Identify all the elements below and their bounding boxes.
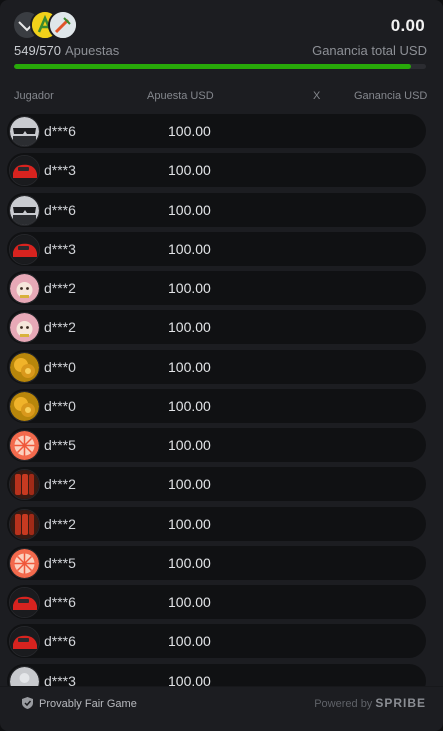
gold-coins-avatar (9, 390, 40, 422)
sunglasses-avatar (9, 194, 40, 226)
bet-amount: 100.00 (168, 672, 211, 687)
column-win: Ganancia USD (354, 90, 428, 102)
table-header: Jugador Apuesta USD X Ganancia USD (0, 88, 443, 108)
bets-count-label: Apuestas (65, 43, 120, 58)
bet-amount: 100.00 (168, 123, 211, 139)
bet-amount: 100.00 (168, 515, 211, 532)
player-name: d***6 (44, 123, 76, 139)
bets-list[interactable]: d***6 100.00 d***3 100.00 d***6 100.00 d***3 10… (0, 114, 443, 686)
firecracker-avatar (9, 508, 40, 540)
bet-row: d***5 100.00 (7, 428, 426, 462)
bet-row: d***6 100.00 (7, 624, 426, 659)
grey-avatar (9, 665, 40, 686)
provably-fair-label: Provably Fair Game (39, 698, 137, 710)
bet-row: d***5 100.00 (7, 545, 426, 580)
grapefruit-avatar (9, 547, 40, 579)
player-name: d***2 (44, 476, 76, 493)
player-name: d***5 (44, 437, 76, 453)
bet-row: d***3 100.00 (7, 153, 426, 188)
bet-row: d***6 100.00 (7, 192, 426, 227)
lucky-cat-avatar (9, 273, 40, 304)
bet-row: d***2 100.00 (7, 271, 426, 305)
bet-amount: 100.00 (168, 201, 211, 218)
lucky-cat-avatar (9, 312, 40, 344)
bet-amount: 100.00 (168, 437, 211, 453)
bet-amount: 100.00 (168, 240, 211, 257)
bet-row: d***6 100.00 (7, 114, 426, 148)
column-player: Jugador (14, 90, 54, 102)
column-bet: Apuesta USD (147, 90, 214, 102)
bet-row: d***6 100.00 (7, 585, 426, 619)
bet-row: d***2 100.00 (7, 310, 426, 345)
all-bets-panel: 0.00 549/570 Apuestas Ganancia total USD … (0, 0, 443, 731)
sunglasses-avatar (9, 116, 40, 147)
player-name: d***0 (44, 358, 76, 375)
bets-summary-header: 0.00 549/570 Apuestas Ganancia total USD (0, 0, 443, 80)
player-name: d***6 (44, 633, 76, 650)
player-name: d***2 (44, 319, 76, 336)
player-name: d***3 (44, 240, 76, 257)
player-name: d***6 (44, 201, 76, 218)
bets-progress-bar (14, 64, 426, 69)
total-win-label: Ganancia total USD (312, 43, 427, 58)
bet-amount: 100.00 (168, 280, 211, 296)
player-name: d***3 (44, 162, 76, 179)
red-car-avatar (9, 587, 40, 618)
bet-row: d***3 100.00 (7, 663, 426, 687)
player-name: d***3 (44, 672, 76, 687)
red-car-avatar (9, 626, 40, 658)
provably-fair-link[interactable]: Provably Fair Game (22, 697, 137, 710)
bet-amount: 100.00 (168, 358, 211, 375)
footer: Provably Fair Game Powered by SPRIBE (0, 686, 443, 721)
player-name: d***5 (44, 554, 76, 571)
red-car-avatar (9, 233, 40, 265)
bet-amount: 100.00 (168, 554, 211, 571)
bet-row: d***2 100.00 (7, 506, 426, 541)
powered-by-label: Powered by (314, 698, 373, 710)
bet-amount: 100.00 (168, 633, 211, 650)
bet-amount: 100.00 (168, 162, 211, 179)
winner-avatar-3 (48, 10, 78, 40)
spribe-logo: SPRIBE (375, 696, 426, 710)
bet-amount: 100.00 (168, 319, 211, 336)
red-car-avatar (9, 155, 40, 187)
bet-amount: 100.00 (168, 594, 211, 610)
bets-progress-fill (14, 64, 411, 69)
gold-coins-avatar (9, 351, 40, 383)
powered-by: Powered by SPRIBE (314, 696, 426, 710)
player-name: d***0 (44, 397, 76, 414)
total-win-value: 0.00 (390, 16, 425, 35)
bets-count: 549/570 Apuestas (14, 43, 119, 58)
bet-row: d***0 100.00 (7, 349, 426, 384)
shield-check-icon (22, 697, 33, 709)
player-name: d***2 (44, 280, 76, 296)
bet-amount: 100.00 (168, 397, 211, 414)
player-name: d***2 (44, 515, 76, 532)
bet-row: d***0 100.00 (7, 388, 426, 423)
column-multiplier: X (313, 90, 321, 102)
firecracker-avatar (9, 469, 40, 501)
bet-amount: 100.00 (168, 476, 211, 493)
bet-row: d***3 100.00 (7, 231, 426, 266)
grapefruit-avatar (9, 430, 40, 461)
player-name: d***6 (44, 594, 76, 610)
bet-row: d***2 100.00 (7, 467, 426, 502)
bets-count-value: 549/570 (14, 43, 61, 58)
